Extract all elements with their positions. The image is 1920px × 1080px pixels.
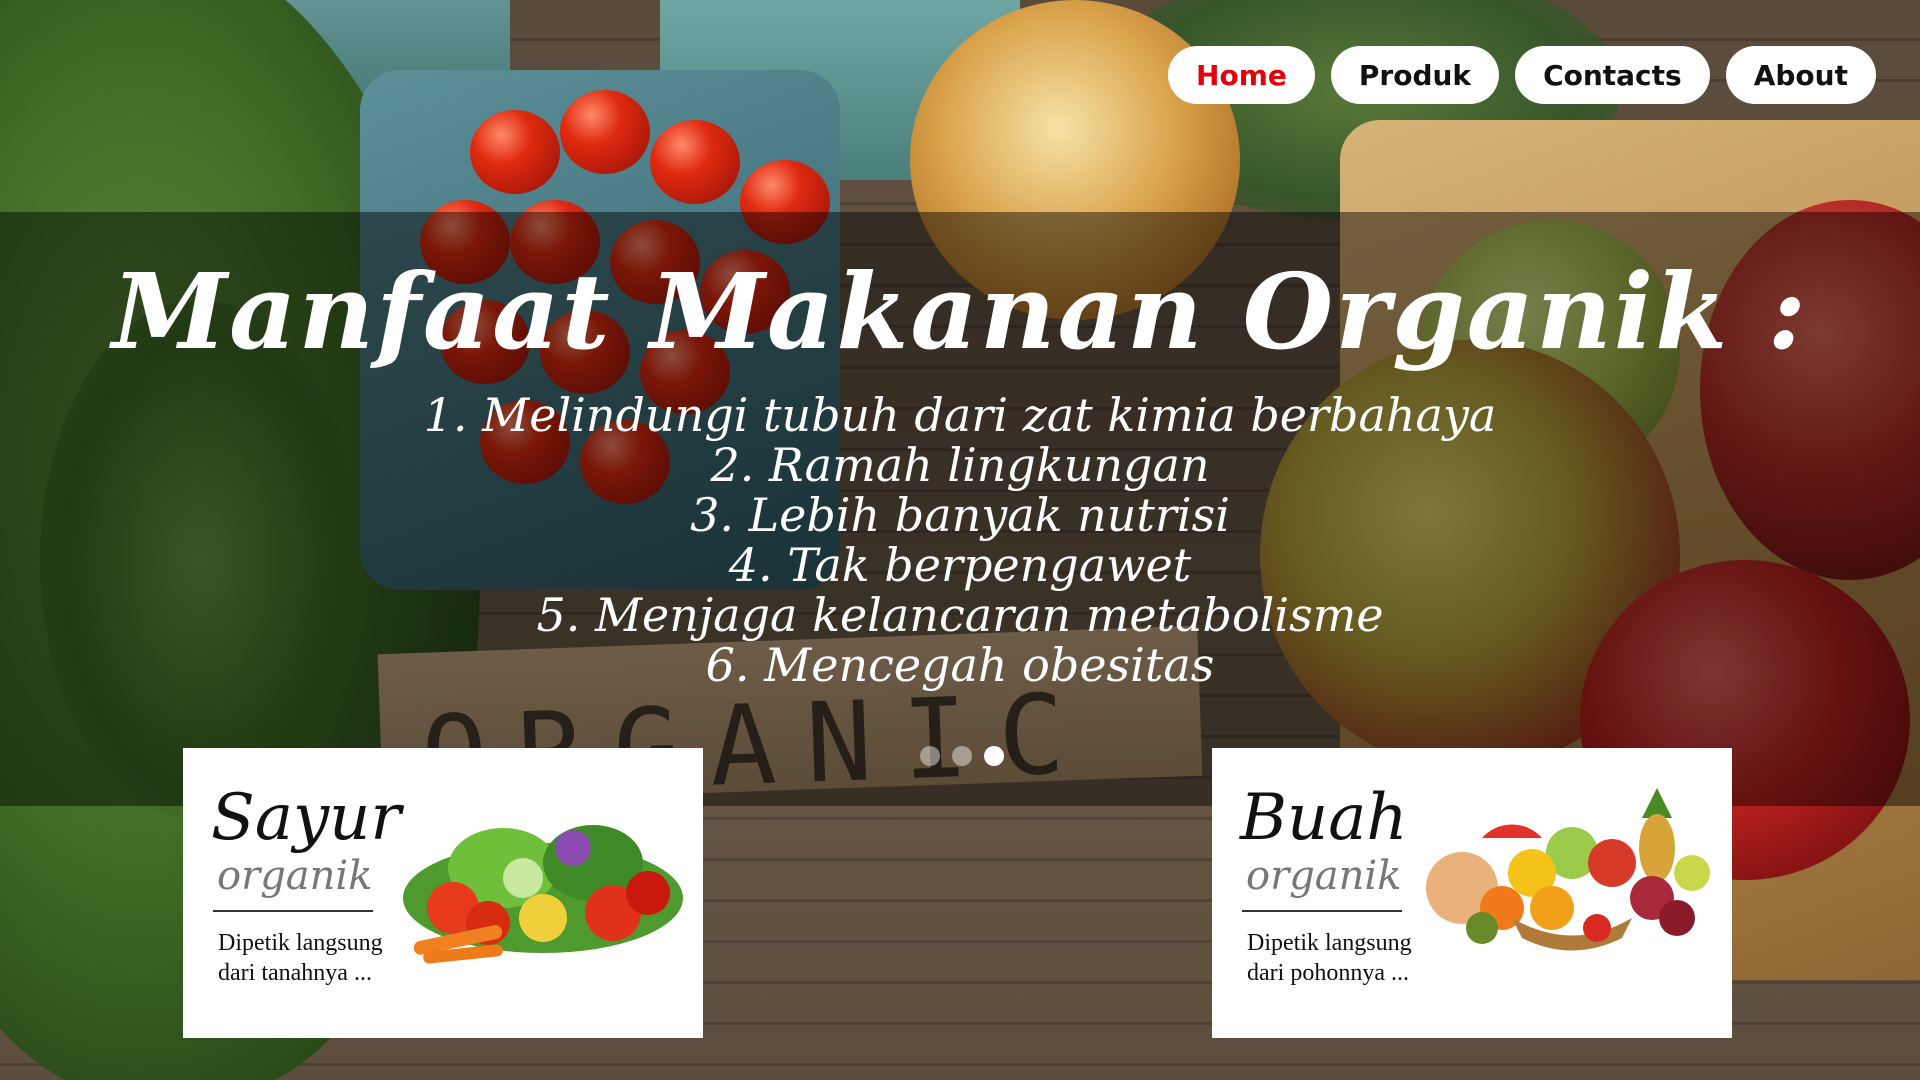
nav-home[interactable]: Home [1168, 46, 1315, 104]
benefits-list: 1. Melindungi tubuh dari zat kimia berba… [0, 390, 1920, 690]
main-nav: Home Produk Contacts About [1168, 46, 1876, 104]
slider-dot-2[interactable] [952, 746, 972, 766]
card-sayur-organik[interactable]: Sayur organik Dipetik langsung dari tana… [183, 748, 703, 1038]
tomato [470, 110, 560, 194]
nav-contacts[interactable]: Contacts [1515, 46, 1710, 104]
card-divider [1242, 910, 1402, 912]
benefit-item: 6. Mencegah obesitas [705, 638, 1215, 692]
vegetables-image [403, 825, 683, 964]
card-subtitle: organik [1246, 853, 1402, 899]
tomato [560, 90, 650, 174]
benefit-item: 1. Melindungi tubuh dari zat kimia berba… [423, 388, 1497, 442]
card-buah-organik[interactable]: Buah organik Dipetik langsung dari pohon… [1212, 748, 1732, 1038]
benefit-item: 3. Lebih banyak nutrisi [690, 488, 1230, 542]
card-title: Buah [1240, 781, 1408, 855]
benefit-item: 2. Ramah lingkungan [710, 438, 1210, 492]
hero-slider: Manfaat Makanan Organik : 1. Melindungi … [0, 212, 1920, 806]
card-subtitle: organik [217, 853, 373, 899]
benefit-item: 5. Menjaga kelancaran metabolisme [536, 588, 1384, 642]
card-description: Dipetik langsung dari tanahnya ... [218, 930, 383, 986]
benefit-item: 4. Tak berpengawet [728, 538, 1192, 592]
hero-title: Manfaat Makanan Organik : [112, 250, 1808, 373]
fruits-image [1426, 788, 1710, 951]
card-description: Dipetik langsung dari pohonnya ... [1247, 930, 1412, 986]
slider-dot-3[interactable] [984, 746, 1004, 766]
card-divider [213, 910, 373, 912]
card-title: Sayur [211, 781, 401, 855]
tomato [650, 120, 740, 204]
slider-dots [920, 746, 1004, 766]
nav-about[interactable]: About [1725, 46, 1876, 104]
nav-produk[interactable]: Produk [1330, 46, 1500, 104]
slider-dot-1[interactable] [920, 746, 940, 766]
